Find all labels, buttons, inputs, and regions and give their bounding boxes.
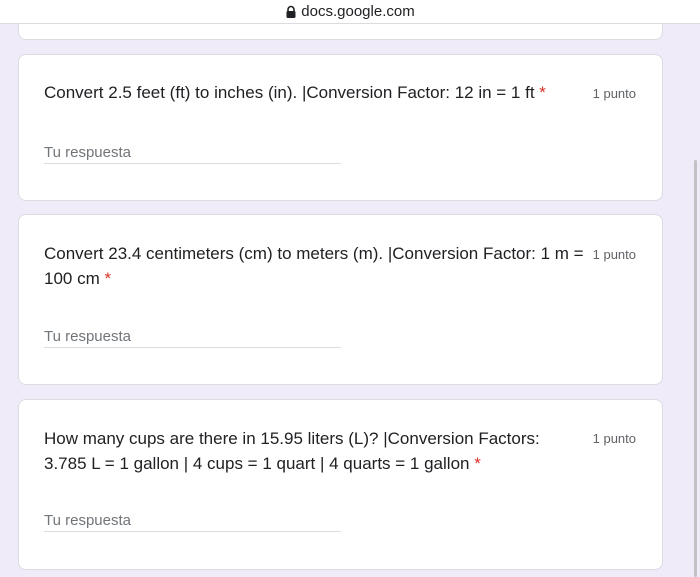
- required-asterisk: *: [539, 83, 546, 102]
- browser-url-bar[interactable]: docs.google.com: [0, 0, 700, 24]
- question-card: Convert 23.4 centimeters (cm) to meters …: [18, 214, 663, 385]
- question-text: How many cups are there in 15.95 liters …: [44, 429, 540, 473]
- question-title: How many cups are there in 15.95 liters …: [44, 426, 584, 476]
- url-text: docs.google.com: [301, 3, 415, 20]
- answer-input[interactable]: [44, 509, 341, 532]
- required-asterisk: *: [104, 269, 112, 288]
- lock-icon: [286, 5, 296, 18]
- points-label: 1 punto: [592, 431, 636, 446]
- answer-input[interactable]: [44, 325, 341, 348]
- required-asterisk: *: [474, 454, 481, 473]
- points-label: 1 punto: [592, 86, 636, 101]
- question-title: Convert 2.5 feet (ft) to inches (in). |C…: [44, 80, 584, 105]
- points-label: 1 punto: [592, 247, 636, 262]
- question-card: Convert 2.5 feet (ft) to inches (in). |C…: [18, 54, 663, 201]
- scrollbar[interactable]: [694, 160, 697, 577]
- question-text: Convert 23.4 centimeters (cm) to meters …: [44, 244, 584, 288]
- question-title: Convert 23.4 centimeters (cm) to meters …: [44, 241, 584, 291]
- answer-input[interactable]: [44, 141, 341, 164]
- question-text: Convert 2.5 feet (ft) to inches (in). |C…: [44, 83, 535, 102]
- question-card: How many cups are there in 15.95 liters …: [18, 399, 663, 570]
